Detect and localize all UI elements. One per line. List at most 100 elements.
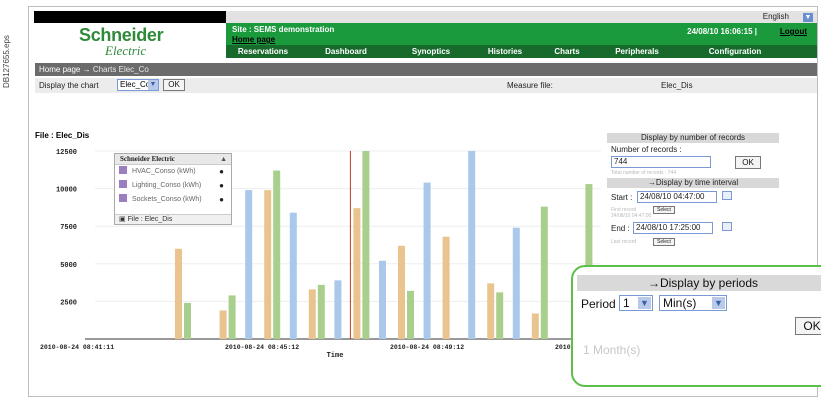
legend-title: Schneider Electric [120, 155, 175, 163]
bar-sockets [496, 292, 504, 339]
y-tick-label: 5000 [60, 262, 77, 270]
breadcrumb-current: Charts Elec_Co [92, 65, 149, 74]
bar-sockets [362, 151, 370, 339]
end-label: End : [611, 224, 630, 233]
start-select-button[interactable]: Select [653, 206, 675, 214]
end-date-input[interactable]: 24/08/10 17:25:00 [633, 222, 713, 234]
bar-lighting [308, 289, 316, 339]
top-black-bar [34, 11, 230, 23]
header-bar: Site : SEMS demonstration Home page 24/0… [226, 23, 817, 45]
visibility-dot-icon[interactable]: ● [219, 165, 224, 179]
records-hint: Total number of records : 744 [611, 170, 677, 176]
chart-bar-icon [119, 166, 127, 174]
logout-link[interactable]: Logout [780, 27, 807, 36]
chevron-down-icon[interactable]: ▼ [148, 80, 158, 90]
period-unit-select[interactable]: Min(s) ▼ [659, 295, 727, 311]
site-name: Site : SEMS demonstration [232, 25, 335, 34]
bar-hvac [245, 190, 253, 339]
display-chart-label: Display the chart [39, 81, 99, 90]
calendar-icon[interactable] [722, 191, 732, 200]
nav-charts[interactable]: Charts [540, 45, 594, 58]
start-date-input[interactable]: 24/08/10 04:47:00 [637, 191, 717, 203]
month-hint: 1 Month(s) [583, 343, 641, 357]
x-tick-label: 2010-08-24 08:49:12 [390, 344, 464, 351]
brand-logo: Schneider Electric [79, 25, 199, 58]
visibility-dot-icon[interactable]: ● [219, 179, 224, 193]
y-tick-label: 2500 [60, 299, 77, 307]
legend-footer-label: File : Elec_Dis [127, 216, 173, 223]
bar-sockets [407, 290, 414, 339]
start-label: Start : [611, 193, 633, 202]
legend-collapse-icon[interactable]: ▲ [220, 154, 227, 165]
periods-header: →Display by periods [577, 275, 821, 291]
chevron-down-icon[interactable]: ▼ [803, 13, 813, 22]
periods-ok-button[interactable]: OK [795, 317, 821, 335]
bar-lighting [398, 245, 405, 339]
bar-hvac [289, 212, 297, 339]
home-link[interactable]: Home page [232, 35, 275, 44]
display-options-panel: Display by number of records Number of r… [607, 133, 779, 246]
visibility-dot-icon[interactable]: ● [219, 193, 224, 207]
bar-lighting [487, 283, 495, 339]
bar-sockets [184, 302, 191, 339]
chart-ok-button[interactable]: OK [163, 79, 185, 91]
records-input[interactable]: 744 [611, 156, 711, 168]
period-number-value: 1 [623, 296, 630, 310]
chart-bar-icon [119, 194, 127, 202]
legend-label-hvac: HVAC_Conso (kWh) [131, 168, 196, 175]
measure-file-value: Elec_Dis [661, 81, 693, 90]
x-axis-title: Time [327, 352, 344, 358]
period-number-select[interactable]: 1 ▼ [619, 295, 653, 311]
file-title: File : Elec_Dis [35, 131, 90, 140]
side-reference: DB127655.eps [2, 35, 11, 88]
nav-configuration[interactable]: Configuration [680, 45, 790, 58]
file-icon: ▣ [119, 216, 126, 223]
chart-selector-row: Display the chart Elec_Co ▼ OK Measure f… [35, 78, 817, 93]
chart-legend: Schneider Electric ▲ HVAC_Conso (kWh) ● … [114, 153, 232, 225]
y-tick-label: 10000 [56, 187, 77, 195]
chevron-down-icon[interactable]: ▼ [638, 297, 651, 309]
bar-hvac [379, 260, 386, 339]
legend-item-hvac[interactable]: HVAC_Conso (kWh) ● [115, 165, 231, 179]
records-header: Display by number of records [607, 133, 779, 143]
language-bar: English ▼ [226, 11, 817, 23]
bar-lighting [531, 313, 539, 339]
breadcrumb-home[interactable]: Home page [39, 65, 80, 74]
chevron-down-icon[interactable]: ▼ [712, 297, 725, 309]
language-select[interactable]: English [763, 11, 789, 23]
bar-hvac [334, 280, 342, 339]
records-label: Number of records : [611, 145, 682, 154]
chart-select[interactable]: Elec_Co ▼ [117, 79, 159, 91]
bar-sockets [317, 284, 325, 339]
bar-sockets [540, 206, 548, 339]
chart-select-value: Elec_Co [120, 80, 151, 89]
measure-file-label: Measure file: [507, 81, 553, 90]
app-window: Schneider Electric English ▼ Site : SEMS… [28, 6, 821, 397]
legend-label-lighting: Lighting_Conso (kWh) [131, 182, 202, 189]
datetime: 24/08/10 16:06:15 | [687, 27, 757, 36]
y-tick-label: 12500 [56, 149, 77, 157]
calendar-icon[interactable] [722, 222, 732, 231]
legend-footer: ▣ File : Elec_Dis [115, 214, 231, 224]
main-nav: Reservations Dashboard Synoptics Histori… [226, 45, 817, 58]
nav-reservations[interactable]: Reservations [226, 45, 300, 58]
records-ok-button[interactable]: OK [735, 156, 761, 169]
last-record-label: Last record [611, 239, 637, 245]
periods-panel: →Display by periods Period 1 ▼ Min(s) ▼ … [571, 265, 821, 387]
legend-label-sockets: Sockets_Conso (kWh) [131, 196, 202, 203]
legend-item-lighting[interactable]: Lighting_Conso (kWh) ● [115, 179, 231, 193]
bar-lighting [264, 190, 272, 339]
nav-peripherals[interactable]: Peripherals [594, 45, 680, 58]
end-select-button[interactable]: Select [653, 238, 675, 246]
screenshot-root: DB127655.eps Schneider Electric English … [0, 0, 821, 399]
x-tick-label: 2010-08-24 08:45:12 [225, 344, 299, 351]
bar-sockets [228, 295, 236, 339]
y-tick-label: 7500 [60, 224, 77, 232]
nav-dashboard[interactable]: Dashboard [300, 45, 392, 58]
bar-hvac [468, 151, 476, 339]
nav-synoptics[interactable]: Synoptics [392, 45, 470, 58]
bar-hvac [423, 182, 431, 339]
nav-histories[interactable]: Histories [470, 45, 540, 58]
bar-lighting [442, 236, 450, 339]
legend-item-sockets[interactable]: Sockets_Conso (kWh) ● [115, 193, 231, 207]
